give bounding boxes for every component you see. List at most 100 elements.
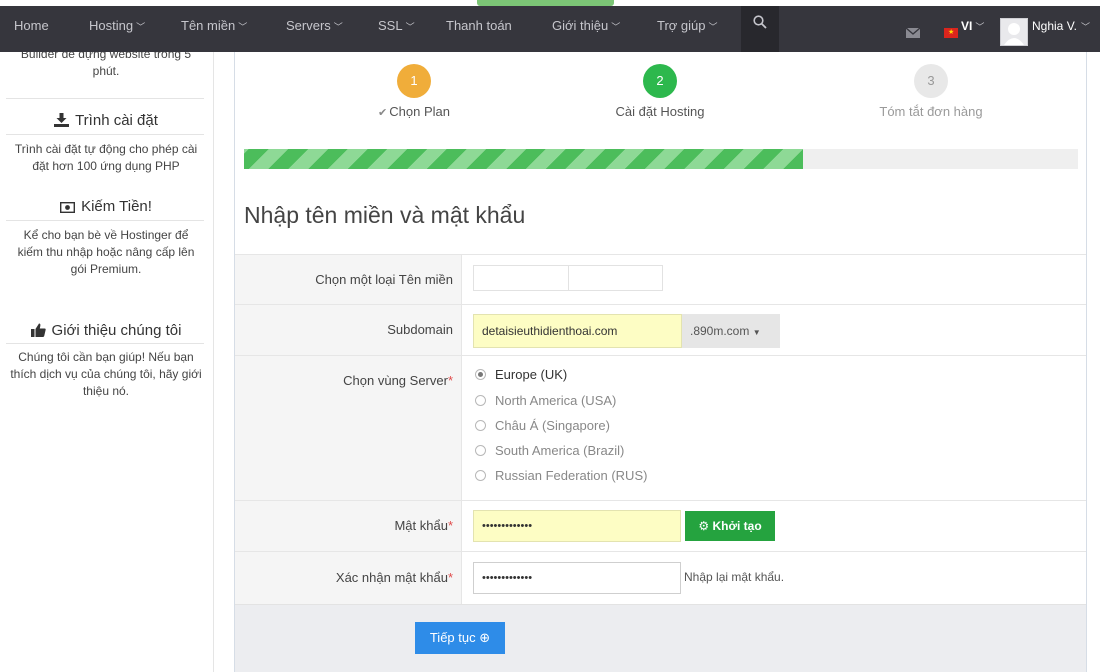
sidebar: Builder để dựng website trong 5 phút. Tr…: [0, 52, 214, 672]
subdomain-input[interactable]: detaisieuthidienthoai.com: [473, 314, 682, 348]
nav-search-button[interactable]: [741, 6, 779, 52]
domain-type-label: Chọn một loại Tên miền: [315, 272, 453, 287]
step-label: Cài đặt Hosting: [615, 104, 705, 119]
avatar-silhouette-icon: [1004, 23, 1024, 45]
progress-bar-fill: [244, 149, 803, 169]
download-icon: [54, 113, 70, 131]
step-label: Tóm tắt đơn hàng: [879, 104, 983, 119]
form-value-cell: detaisieuthidienthoai.com .890m.com ▼: [463, 305, 1086, 355]
generate-password-label: Khởi tạo: [712, 519, 762, 533]
form-value-cell: ••••••••••••• Nhập lại mật khẩu.: [463, 552, 1086, 604]
domain-suffix-value: .890m.com: [690, 324, 750, 338]
sidebar-section-desc: Chúng tôi cần bạn giúp! Nếu bạn thích dị…: [10, 350, 202, 398]
continue-button[interactable]: Tiếp tục ⊕: [415, 622, 505, 654]
sidebar-section-desc: Kể cho bạn bè về Hostinger để kiếm thu n…: [17, 228, 195, 276]
server-region-label-text: Chọn vùng Server: [343, 373, 448, 388]
nav-servers[interactable]: Servers ﹀: [286, 6, 343, 52]
sidebar-section-title: Giới thiệu chúng tôi: [51, 322, 182, 339]
sidebar-section-desc: Trình cài đặt tự động cho phép cài đặt h…: [14, 142, 198, 173]
step-number: 1: [397, 64, 431, 98]
sidebar-section-title: Trình cài đặt: [75, 112, 158, 129]
language-selector[interactable]: VI ﹀: [961, 6, 984, 47]
server-option-russia[interactable]: Russian Federation (RUS): [475, 468, 647, 483]
server-option-singapore[interactable]: Châu Á (Singapore): [475, 418, 610, 433]
radio-icon: [475, 369, 486, 380]
nav-mail-button[interactable]: [905, 26, 921, 41]
form-row-subdomain: Subdomain detaisieuthidienthoai.com .890…: [235, 304, 1086, 355]
step-hosting-setup: 2 Cài đặt Hosting: [560, 64, 760, 119]
sidebar-section-earn-money[interactable]: Kiếm Tiền!: [0, 198, 212, 217]
confirm-password-input[interactable]: •••••••••••••: [473, 562, 681, 594]
step-choose-plan[interactable]: 1 ✔ Chọn Plan: [314, 64, 514, 119]
chevron-down-icon: ﹀: [136, 22, 146, 32]
chevron-down-icon: ﹀: [1080, 22, 1090, 32]
language-label: VI: [961, 19, 973, 33]
server-option-label: South America (Brazil): [495, 443, 625, 458]
user-menu[interactable]: Nghia V. ﹀: [1032, 6, 1090, 47]
chevron-down-icon: ﹀: [238, 22, 248, 32]
top-navbar: Home Hosting ﹀ Tên miền ﹀ Servers ﹀ SSL ﹀ Th…: [0, 6, 1100, 52]
confirm-password-label: Xác nhận mật khẩu*: [235, 570, 453, 585]
server-region-label: Chọn vùng Server*: [235, 373, 453, 388]
server-option-europe[interactable]: Europe (UK): [475, 367, 567, 382]
password-input[interactable]: •••••••••••••: [473, 510, 681, 542]
nav-about[interactable]: Giới thiệu ﹀: [552, 6, 620, 52]
nav-ssl-label: SSL: [378, 18, 403, 33]
sidebar-divider: [6, 98, 204, 99]
sidebar-divider: [6, 220, 204, 221]
radio-icon: [475, 395, 486, 406]
server-option-usa[interactable]: North America (USA): [475, 393, 616, 408]
step-number: 3: [914, 64, 948, 98]
server-option-label: North America (USA): [495, 393, 617, 408]
server-option-label: Russian Federation (RUS): [495, 468, 648, 483]
nav-home[interactable]: Home: [14, 6, 49, 52]
server-option-brazil[interactable]: South America (Brazil): [475, 443, 624, 458]
subdomain-label: Subdomain: [387, 322, 453, 337]
form-footer: Tiếp tục ⊕: [235, 604, 1086, 672]
nav-domains-label: Tên miền: [181, 18, 236, 33]
step-order-summary: 3 Tóm tắt đơn hàng: [831, 64, 1031, 119]
required-mark: *: [447, 570, 453, 585]
nav-billing-label: Thanh toán: [446, 18, 512, 33]
domain-suffix-dropdown[interactable]: .890m.com ▼: [682, 314, 780, 348]
form-row-confirm-password: Xác nhận mật khẩu* ••••••••••••• Nhập lạ…: [235, 551, 1086, 604]
password-label: Mật khẩu*: [235, 518, 453, 533]
arrow-right-circle-icon: ⊕: [479, 630, 491, 645]
chevron-down-icon: ﹀: [333, 22, 343, 32]
form-value-cell: ••••••••••••• ⚙ Khởi tạo: [463, 501, 1086, 551]
radio-icon: [475, 420, 486, 431]
nav-hosting-label: Hosting: [89, 18, 134, 33]
sidebar-intro-text: Builder để dựng website trong 5 phút.: [20, 52, 192, 78]
user-name: Nghia V.: [1032, 19, 1077, 33]
continue-button-label: Tiếp tục: [429, 630, 476, 645]
chevron-down-icon: ﹀: [975, 22, 985, 32]
nav-hosting[interactable]: Hosting ﹀: [89, 6, 145, 52]
sidebar-section-refer[interactable]: Giới thiệu chúng tôi: [0, 322, 212, 341]
required-mark: *: [447, 373, 453, 388]
domain-type-option-2[interactable]: [568, 265, 663, 291]
form-row-password: Mật khẩu* ••••••••••••• ⚙ Khởi tạo: [235, 500, 1086, 551]
nav-billing[interactable]: Thanh toán: [446, 6, 512, 52]
thumbs-up-icon: [30, 323, 46, 341]
nav-help[interactable]: Trợ giúp ﹀: [657, 6, 718, 52]
password-label-text: Mật khẩu: [394, 518, 448, 533]
nav-domains[interactable]: Tên miền ﹀: [181, 6, 247, 52]
step-number: 2: [643, 64, 677, 98]
gear-icon: ⚙: [698, 519, 710, 533]
chevron-down-icon: ﹀: [611, 22, 621, 32]
mail-icon: [905, 27, 921, 38]
required-mark: *: [447, 518, 453, 533]
server-option-label: Europe (UK): [495, 367, 568, 382]
main-content: 1 ✔ Chọn Plan 2 Cài đặt Hosting 3 Tóm tắt…: [234, 52, 1087, 672]
search-icon: [753, 15, 767, 29]
confirm-password-hint: Nhập lại mật khẩu.: [684, 570, 785, 584]
user-avatar-icon[interactable]: [1000, 18, 1028, 46]
server-option-label: Châu Á (Singapore): [495, 418, 610, 433]
nav-ssl[interactable]: SSL ﹀: [378, 6, 415, 52]
money-icon: [60, 200, 76, 217]
sidebar-divider: [6, 343, 204, 344]
domain-type-option-1[interactable]: [473, 265, 569, 291]
step-label-text: Chọn Plan: [389, 104, 450, 119]
generate-password-button[interactable]: ⚙ Khởi tạo: [685, 511, 775, 541]
sidebar-section-installer[interactable]: Trình cài đặt: [0, 112, 212, 131]
